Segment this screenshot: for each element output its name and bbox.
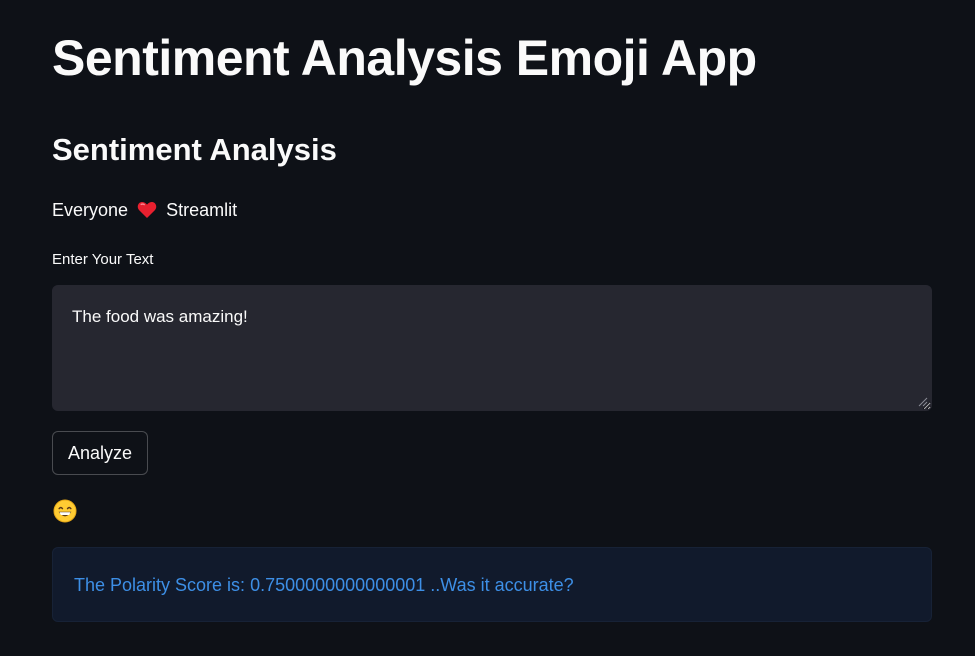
grinning-face-icon [53,499,77,523]
info-alert: The Polarity Score is: 0.750000000000000… [52,547,932,622]
tagline-text-before: Everyone [52,200,129,220]
text-input[interactable]: The food was amazing! [52,285,932,411]
tagline: Everyone Streamlit [52,198,237,225]
main-container: Sentiment Analysis Emoji App Sentiment A… [0,0,975,656]
page-title: Sentiment Analysis Emoji App [52,30,757,86]
section-header: Sentiment Analysis [52,132,337,167]
analyze-button[interactable]: Analyze [52,431,148,475]
red-heart-icon [137,201,157,225]
resize-grip-icon[interactable] [918,397,928,407]
text-input-label: Enter Your Text [52,251,154,268]
polarity-score-message: The Polarity Score is: 0.750000000000000… [74,574,574,595]
tagline-text-after: Streamlit [166,200,238,220]
